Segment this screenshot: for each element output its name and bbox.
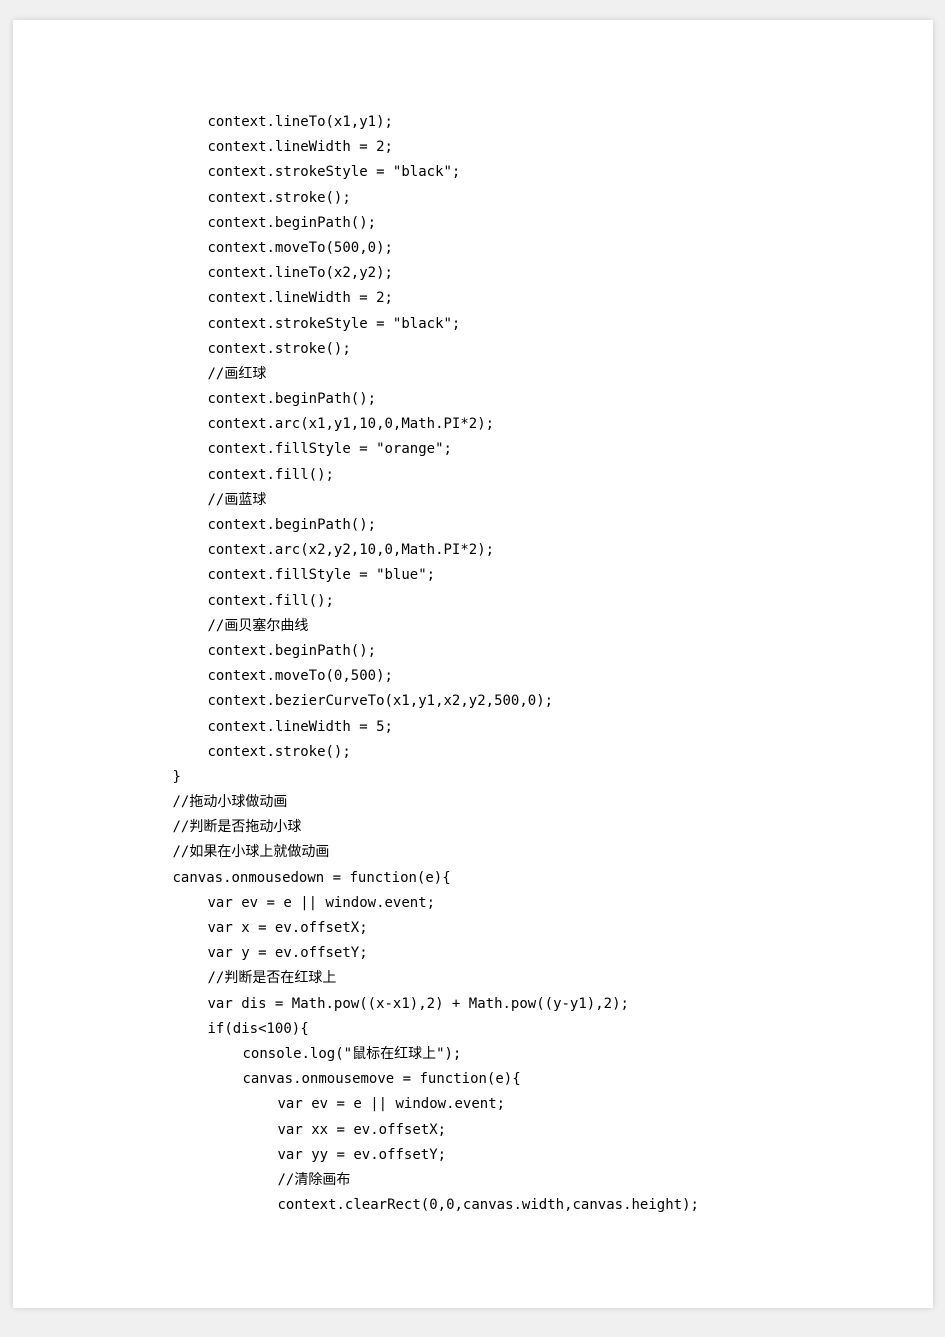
code-line: } (73, 765, 873, 790)
code-line: var x = ev.offsetX; (73, 916, 873, 941)
code-line: context.clearRect(0,0,canvas.width,canva… (73, 1193, 873, 1218)
document-page: context.lineTo(x1,y1);context.lineWidth … (13, 20, 933, 1308)
code-line: context.beginPath(); (73, 211, 873, 236)
code-line: context.fill(); (73, 589, 873, 614)
code-line: var dis = Math.pow((x-x1),2) + Math.pow(… (73, 992, 873, 1017)
code-line: context.strokeStyle = "black"; (73, 160, 873, 185)
code-block: context.lineTo(x1,y1);context.lineWidth … (73, 110, 873, 1218)
code-line: context.moveTo(500,0); (73, 236, 873, 261)
code-line: //拖动小球做动画 (73, 790, 873, 815)
code-line: //清除画布 (73, 1168, 873, 1193)
code-line: canvas.onmousedown = function(e){ (73, 866, 873, 891)
code-line: context.beginPath(); (73, 513, 873, 538)
code-line: if(dis<100){ (73, 1017, 873, 1042)
code-line: context.stroke(); (73, 186, 873, 211)
code-line: var yy = ev.offsetY; (73, 1143, 873, 1168)
code-line: context.beginPath(); (73, 639, 873, 664)
code-line: //判断是否在红球上 (73, 966, 873, 991)
code-line: //画红球 (73, 362, 873, 387)
code-line: context.beginPath(); (73, 387, 873, 412)
code-line: context.strokeStyle = "black"; (73, 312, 873, 337)
code-line: context.fillStyle = "blue"; (73, 563, 873, 588)
code-line: var y = ev.offsetY; (73, 941, 873, 966)
code-line: context.arc(x1,y1,10,0,Math.PI*2); (73, 412, 873, 437)
code-line: console.log("鼠标在红球上"); (73, 1042, 873, 1067)
code-line: context.arc(x2,y2,10,0,Math.PI*2); (73, 538, 873, 563)
code-line: canvas.onmousemove = function(e){ (73, 1067, 873, 1092)
code-line: //画贝塞尔曲线 (73, 614, 873, 639)
code-line: var xx = ev.offsetX; (73, 1118, 873, 1143)
code-line: //如果在小球上就做动画 (73, 840, 873, 865)
code-line: context.stroke(); (73, 337, 873, 362)
code-line: //画蓝球 (73, 488, 873, 513)
code-line: context.stroke(); (73, 740, 873, 765)
code-line: //判断是否拖动小球 (73, 815, 873, 840)
code-line: context.lineWidth = 2; (73, 286, 873, 311)
code-line: context.fillStyle = "orange"; (73, 437, 873, 462)
code-line: var ev = e || window.event; (73, 1092, 873, 1117)
code-line: context.lineWidth = 5; (73, 715, 873, 740)
code-line: context.moveTo(0,500); (73, 664, 873, 689)
code-line: context.bezierCurveTo(x1,y1,x2,y2,500,0)… (73, 689, 873, 714)
code-line: context.fill(); (73, 463, 873, 488)
code-line: var ev = e || window.event; (73, 891, 873, 916)
code-line: context.lineTo(x2,y2); (73, 261, 873, 286)
code-line: context.lineTo(x1,y1); (73, 110, 873, 135)
code-line: context.lineWidth = 2; (73, 135, 873, 160)
